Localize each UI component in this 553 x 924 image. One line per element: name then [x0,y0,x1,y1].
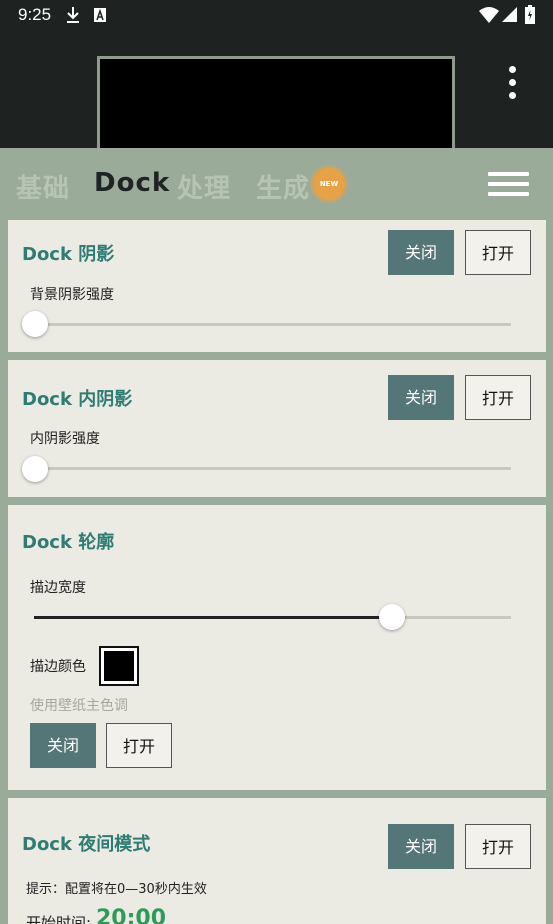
card-dock-inner-shadow: Dock 内阴影 关闭 打开 内阴影强度 [8,360,546,497]
card-dock-outline: Dock 轮廓 描边宽度 描边颜色 使用壁纸主色调 关闭 打开 [8,505,546,790]
off-button[interactable]: 关闭 [388,375,454,420]
card-title: Dock 阴影 [22,244,115,265]
start-time-label: 开始时间: [26,914,92,924]
off-button[interactable]: 关闭 [388,824,454,869]
on-button[interactable]: 打开 [465,824,531,869]
wallpaper-color-hint: 使用壁纸主色调 [30,698,128,714]
on-button[interactable]: 打开 [465,230,531,275]
status-time: 9:25 [18,5,52,24]
a-box-icon [94,8,106,22]
battery-icon [525,5,535,24]
card-title: Dock 夜间模式 [22,834,151,855]
status-bar: 9:25 [0,0,553,32]
inner-shadow-slider-track[interactable] [34,467,511,470]
off-button[interactable]: 关闭 [388,230,454,275]
shadow-slider-track[interactable] [34,323,511,326]
on-button[interactable]: 打开 [465,375,531,420]
outline-color-swatch[interactable] [99,646,139,686]
outline-color-label: 描边颜色 [30,659,86,675]
new-badge: NEW [313,168,345,200]
start-time-value[interactable]: 20:00 [96,906,166,924]
slider-label: 内阴影强度 [30,431,100,447]
signal-icon [502,7,517,22]
night-mode-tip: 提示：配置将在0—30秒内生效 [26,882,207,897]
outline-width-slider-thumb[interactable] [378,604,405,630]
outline-width-label: 描边宽度 [30,580,86,596]
card-dock-night-mode: Dock 夜间模式 关闭 打开 提示：配置将在0—30秒内生效 开始时间: 20… [8,798,546,924]
card-title: Dock 轮廓 [22,532,115,553]
outline-color-fill [104,651,134,681]
more-options-icon[interactable] [503,66,523,100]
dock-preview [97,56,455,150]
tab-process[interactable]: 处理 [177,168,231,205]
download-icon [67,7,79,23]
tab-dock[interactable]: Dock [94,168,170,198]
tab-basic[interactable]: 基础 [16,168,70,205]
off-button[interactable]: 关闭 [30,723,96,768]
outline-width-slider-fill [34,616,392,619]
tab-generate[interactable]: 生成 [256,168,310,205]
on-button[interactable]: 打开 [106,723,172,768]
shadow-slider-thumb[interactable] [22,311,48,337]
card-title: Dock 内阴影 [22,389,133,410]
inner-shadow-slider-thumb[interactable] [22,456,48,482]
card-dock-shadow: Dock 阴影 关闭 打开 背景阴影强度 [8,220,546,352]
slider-label: 背景阴影强度 [30,287,114,303]
menu-icon[interactable] [488,172,530,198]
wifi-icon [479,7,499,23]
